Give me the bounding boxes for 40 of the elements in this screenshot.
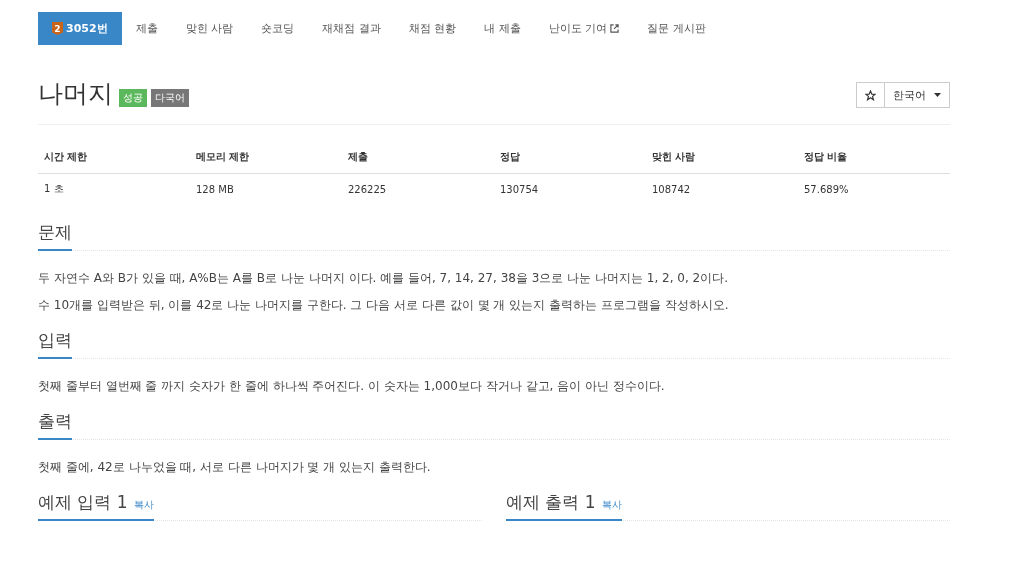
copy-link[interactable]: 복사 [601,498,622,512]
paragraph: 첫째 줄에, 42로 나누었을 때, 서로 다른 나머지가 몇 개 있는지 출력한다. [38,459,432,476]
section-heading: 출력 [38,410,72,440]
section-heading: 예제 출력 1 [506,491,596,514]
nav-tab[interactable]: 맞힌 사람 [171,12,248,45]
paragraph: 수 10개를 입력받은 뒤, 이를 42로 나눈 나머지를 구한다. 그 다음 서로 다른 값이 몇 개 있는지 출력하는 프로그램을 작성하시오. [38,297,730,314]
star-button[interactable] [856,82,885,108]
paragraph: 두 자연수 A와 B가 있을 때, A%B는 A를 B로 나눈 나머지 이다. 예를 들어, 7, 14, 27, 38을 3으로 나눈 나머지는 1, 2, 0, 2이다. [38,270,730,287]
table-cell: 226225 [342,173,494,204]
level-badge-icon: 2 [52,22,63,35]
nav-tab[interactable]: 질문 게시판 [633,12,720,45]
column-header: 제출 [342,141,494,174]
column-header: 정답 비율 [798,141,950,174]
table-cell: 57.689% [798,173,950,204]
problem-title: 나머지 [38,78,113,110]
nav-tab[interactable]: 재채점 결과 [308,12,395,45]
star-icon [865,89,876,101]
table-cell: 1 초 [38,173,190,204]
nav-tab[interactable]: 제출 [121,12,172,45]
column-header: 메모리 제한 [190,141,342,174]
status-label: 성공 [119,89,147,107]
nav-tab[interactable]: 난이도 기여 [534,12,634,45]
column-header: 정답 [494,141,646,174]
paragraph: 첫째 줄부터 열번째 줄 까지 숫자가 한 줄에 하나씩 주어진다. 이 숫자는 1,000보다 작거나 같고, 음이 아닌 정수이다. [38,378,666,395]
caret-icon [934,93,941,97]
section-heading: 예제 입력 1 [38,491,128,514]
section-heading: 입력 [38,329,72,359]
section-heading: 문제 [38,221,72,251]
nav-tab[interactable]: 내 제출 [470,12,535,45]
column-header: 맞힌 사람 [646,141,798,174]
column-header: 시간 제한 [38,141,190,174]
table-cell: 130754 [494,173,646,204]
table-cell: 128 MB [190,173,342,204]
copy-link[interactable]: 복사 [133,498,154,512]
nav-tab[interactable]: 채점 현황 [394,12,471,45]
status-label: 다국어 [151,89,189,107]
nav-tab[interactable]: 숏코딩 [247,12,309,45]
nav-tab[interactable]: 2 3052번 [38,12,122,45]
language-dropdown[interactable]: 한국어 [885,82,950,108]
table-cell: 108742 [646,173,798,204]
